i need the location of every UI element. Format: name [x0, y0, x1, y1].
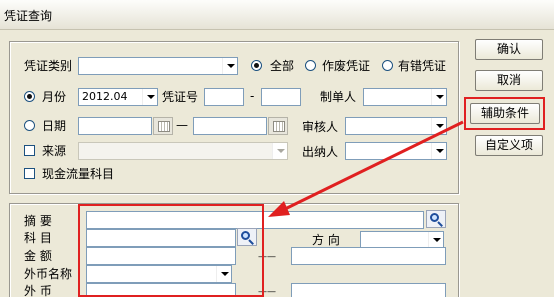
annotation-arrow — [268, 120, 464, 217]
